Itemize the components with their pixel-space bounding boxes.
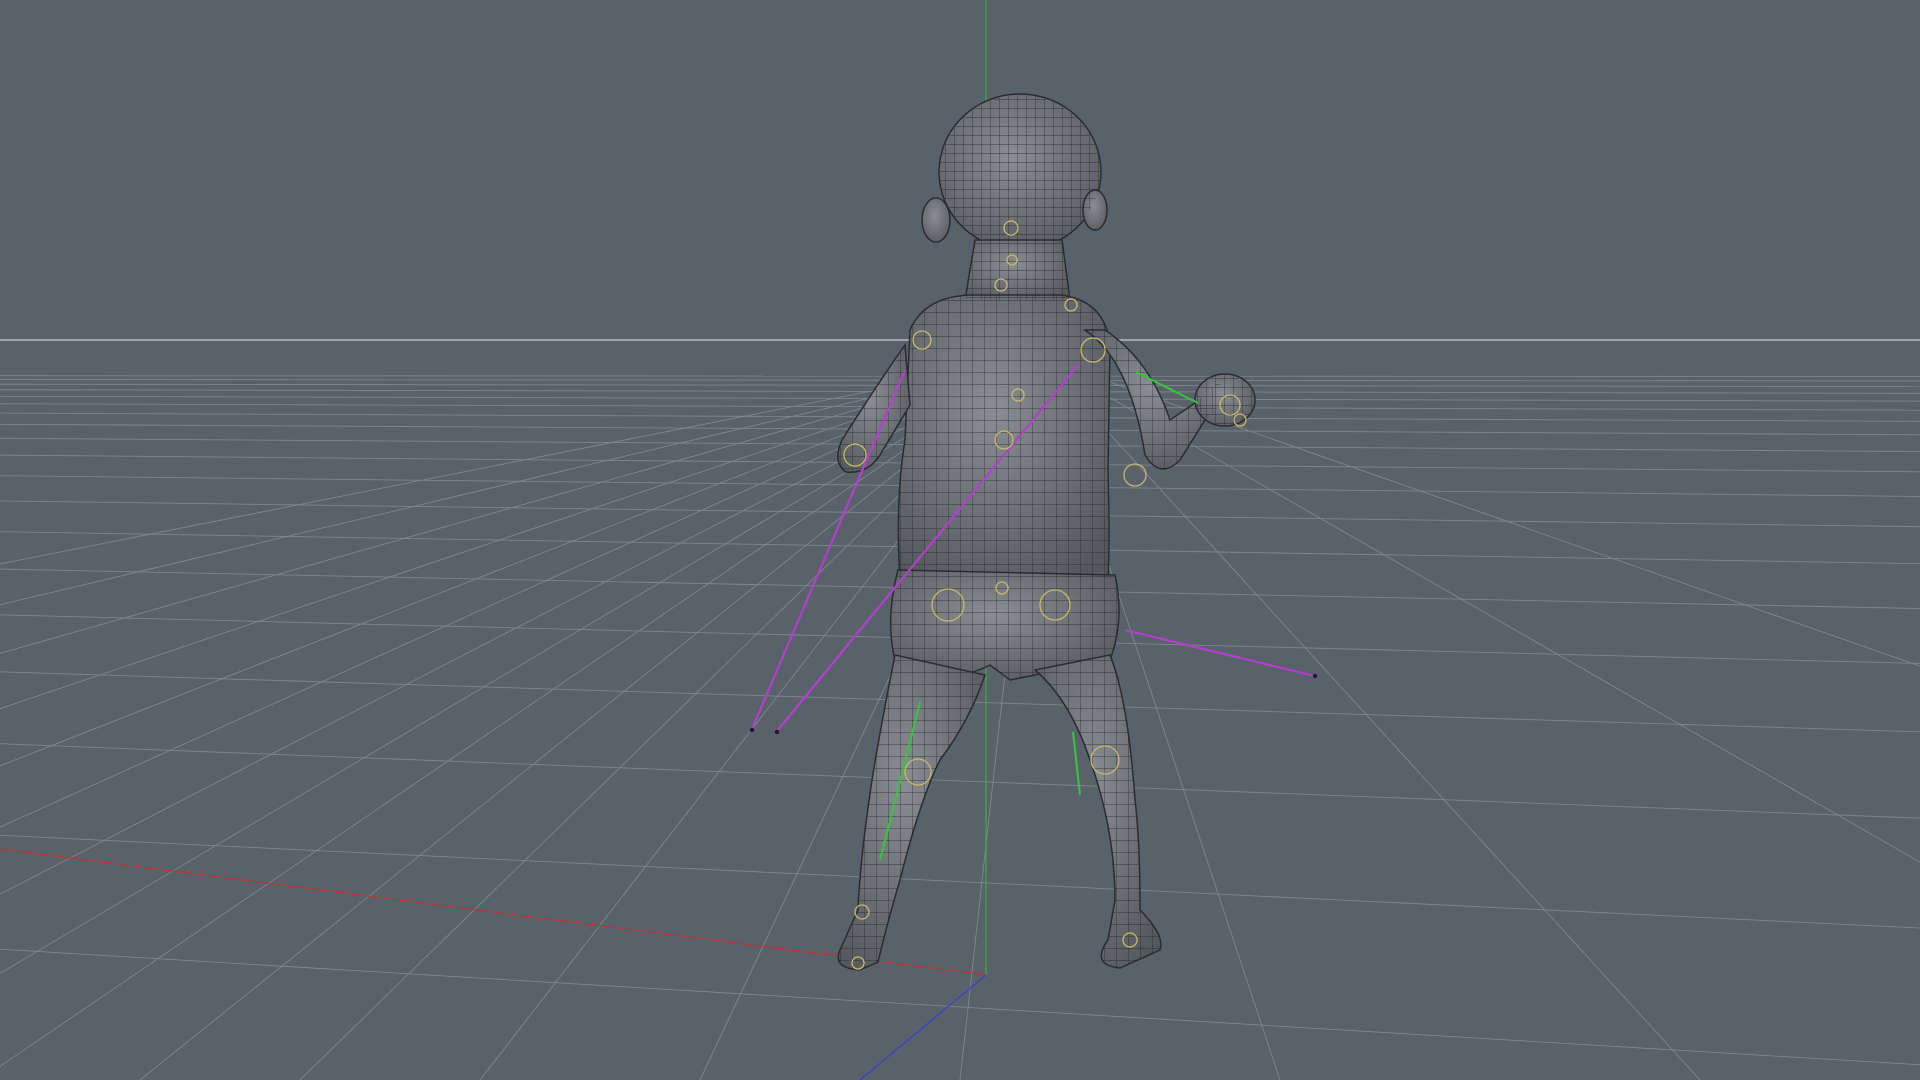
- left-leg-wire: [838, 655, 985, 970]
- head-wire: [940, 95, 1100, 249]
- model-wireframe: [837, 95, 1254, 970]
- ik-handle-left-arm[interactable]: [750, 369, 907, 730]
- grid-line-receding: [0, 371, 1004, 767]
- right-leg-wire: [1035, 655, 1161, 968]
- viewport-canvas[interactable]: [0, 0, 1920, 1080]
- grid-line-receding: [0, 371, 1013, 895]
- grid-line-receding: [1081, 371, 1920, 667]
- grid-line-cross: [0, 948, 1920, 1066]
- 3d-viewport[interactable]: [0, 0, 1920, 1080]
- grid-line-receding: [0, 371, 968, 565]
- grid-line-receding: [1052, 371, 1701, 1080]
- neck-wire: [965, 240, 1070, 300]
- ik-endpoint-2[interactable]: [774, 729, 780, 735]
- ik-handle-right-leg[interactable]: [1124, 628, 1316, 678]
- baby-model[interactable]: [837, 93, 1256, 971]
- grid-line-receding: [0, 371, 1020, 1067]
- left-ear-mesh: [921, 197, 951, 243]
- ik-endpoint-1[interactable]: [749, 727, 755, 733]
- grid-line-receding: [0, 371, 980, 606]
- grid-line-receding: [0, 371, 1009, 828]
- grid-line-cross: [0, 834, 1920, 929]
- joint-marker[interactable]: [1123, 463, 1147, 487]
- grid-line-receding: [1064, 371, 1920, 863]
- grid-line-cross: [0, 743, 1920, 819]
- grid-line-receding: [0, 371, 990, 654]
- grid-line-receding: [0, 371, 998, 710]
- ik-endpoint-3[interactable]: [1312, 673, 1318, 679]
- z-axis-line: [859, 974, 987, 1080]
